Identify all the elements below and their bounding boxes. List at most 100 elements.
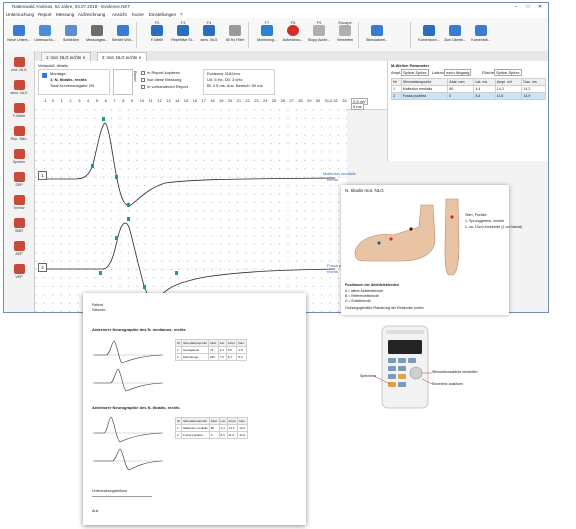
report-preview[interactable] [113, 69, 133, 95]
header-abst[interactable]: Abst. mm [447, 78, 475, 86]
menu-report[interactable]: Report [38, 12, 52, 17]
trace-row-2[interactable]: 2 [38, 263, 47, 272]
maximize-button[interactable]: □ [522, 3, 534, 11]
ampl-select[interactable]: Spitze-Spitze [401, 69, 429, 76]
cell: 4,4 [218, 424, 228, 432]
cell: Fossa poplitea [400, 92, 449, 100]
ribbon-button-1[interactable]: Untersuchu... [32, 21, 58, 49]
ribbon-separator [358, 22, 359, 48]
header-nr[interactable]: Nr [391, 78, 402, 86]
ribbon-button-label: Bericht Wür... [112, 38, 134, 42]
menu-messung[interactable]: Messung [56, 12, 74, 17]
sidebar-item-0[interactable]: mot. NLG [6, 55, 32, 77]
table-row: 1 Malleolus medialis 80 4,4 14,3 14,2 [174, 424, 248, 432]
curve-page-icon [475, 25, 487, 36]
checkbox[interactable] [141, 84, 145, 89]
ribbon-button-label: Untersuchu... [34, 38, 56, 42]
header-ampl[interactable]: Ampl. mV [494, 78, 523, 86]
parameter-table: Nr Stimulationspunkt Abst. mm Lat. ms Am… [391, 78, 546, 100]
report-icon [117, 25, 129, 36]
electrode-placement-card: N. tibialis mot. NLG Stim. Punkte: 1. Sp… [341, 185, 522, 315]
report-section-2-title: Anteriorer Neurographie des N. tibialis,… [92, 405, 180, 410]
ribbon-button-2[interactable]: Schließen [58, 21, 84, 49]
ribbon-button-8[interactable]: 50 Hz Filter [222, 21, 248, 49]
ribbon-button-4[interactable]: Bericht Wür... [110, 21, 136, 49]
cell: 11,6 [494, 92, 523, 100]
ribbon-button-10[interactable]: F8 Aufzeichnu... [280, 20, 306, 49]
ribbon-button-label: Verwerfen [336, 38, 354, 42]
ribbon-button-15[interactable]: Zum Überbl... [442, 21, 468, 49]
table-row[interactable]: 2 Fossa poplitea 0 8,4 11,6 14,9 [391, 92, 546, 100]
flaeche-select[interactable]: Spitze-Spitze [494, 69, 522, 76]
menu-kurve[interactable]: Kurve [132, 12, 144, 17]
minimize-button[interactable]: – [510, 3, 522, 11]
check-this-measurement[interactable]: Nur diese Messung [141, 77, 181, 82]
menu-help[interactable]: ? [180, 12, 183, 17]
overview-icon [449, 25, 461, 36]
ribbon-button-3[interactable]: Messungsw... [84, 21, 110, 49]
cell: Stimulationspunkt [181, 417, 210, 425]
header-lat[interactable]: Lat. ms [473, 78, 496, 86]
timebase-select[interactable]: 5 ms [351, 103, 364, 110]
sidebar-item-5[interactable]: SEP [6, 170, 32, 192]
ribbon-button-14[interactable]: Kurvenkom... [416, 21, 442, 49]
scale-tick: 18 [210, 98, 215, 103]
sidebar-item-8[interactable]: AEP [6, 239, 32, 261]
menu-untersuchung[interactable]: Untersuchung [6, 12, 34, 17]
ribbon-button-6[interactable]: F3 Repetitive St... [170, 20, 196, 49]
scale-tick: 25 [271, 98, 277, 103]
cell: 2 [391, 92, 402, 100]
ribbon-button-16[interactable]: Kurvenblä... [468, 21, 494, 49]
checkbox[interactable] [141, 70, 145, 75]
menu-einstellungen[interactable]: Einstellungen [149, 12, 176, 17]
ribbon-button-13[interactable]: Stimulatorei... [364, 21, 390, 49]
montage-value[interactable]: 1: N. tibialis, rechts [50, 77, 87, 82]
menu-ansicht[interactable]: Ansicht [112, 12, 127, 17]
cell: Abst. [208, 417, 220, 425]
header-dau[interactable]: Dau. ms [521, 78, 546, 86]
f-wave-icon [13, 103, 25, 113]
rep-stim-icon [13, 126, 25, 136]
cell: 70 [207, 346, 219, 354]
close-window-button[interactable]: ✕ [534, 3, 546, 11]
ribbon-button-0[interactable]: Neue Unters... [6, 21, 32, 49]
sidebar-item-9[interactable]: VEP [6, 262, 32, 284]
sidebar-item-3[interactable]: Rep. Stim. [6, 124, 32, 146]
sidebar-item-6[interactable]: Tremor [6, 193, 32, 215]
check-existing-report[interactable]: In vorhandenen Report [141, 84, 188, 89]
stimulator-icon [371, 25, 383, 36]
menu-aufzeichnung[interactable]: Aufzeichnung [78, 12, 105, 17]
sidebar-item-2[interactable]: F-Welle [6, 101, 32, 123]
sidebar-item-7[interactable]: SMR [6, 216, 32, 238]
check-copy-report[interactable]: In Report kopieren [141, 70, 180, 75]
trace-row-1[interactable]: 1 [38, 171, 47, 180]
ribbon-button-label: Stopp Aufze... [307, 38, 331, 42]
waveform-area[interactable]: 1 2 Malleolus medialis rechts Fossa popl… [35, 109, 356, 313]
header-stimpoint[interactable]: Stimulationspunkt [400, 78, 449, 86]
table-row[interactable]: 1 Malleolus medialis 80 4,4 14,3 14,2 [391, 85, 546, 93]
waveform-svg[interactable] [35, 109, 347, 313]
curve-compare-icon [423, 25, 435, 36]
cell: 14,3 [494, 85, 523, 93]
cell: 8,4 [218, 431, 228, 439]
ribbon-button-12[interactable]: Escape Verwerfen [332, 20, 358, 49]
checkbox[interactable] [141, 77, 145, 82]
vep-icon [13, 264, 25, 274]
cell: 225 [207, 353, 219, 361]
cell: Dau. [237, 417, 248, 425]
sidebar-item-4[interactable]: Sporten [6, 147, 32, 169]
ribbon-button-5[interactable]: F2 F-Welle [144, 20, 170, 49]
latenz-select[interactable]: nach Abgang [444, 69, 472, 76]
device-info-box: Evidence 3182evo U0: 5 Hz, D0: 3 kHz Bl:… [203, 69, 275, 95]
cell: Malleolus medialis [400, 85, 449, 93]
ribbon-button-7[interactable]: F4 sens. NLG [196, 20, 222, 49]
scale-tick: 1 [60, 98, 63, 103]
scale-tick: 22 [245, 98, 250, 103]
sidebar-item-label: Sporten [12, 160, 26, 164]
ribbon-button-9[interactable]: F7 Monitoring... [254, 20, 280, 49]
ribbon-button-11[interactable]: F9 Stopp Aufze... [306, 20, 332, 49]
stimulator-device: Speichern Stimulationsstärke einstellen … [360, 318, 478, 418]
exam-icon [39, 25, 51, 36]
sidebar-item-1[interactable]: sens. NLG [6, 78, 32, 100]
cell: 14,9 [237, 431, 248, 439]
